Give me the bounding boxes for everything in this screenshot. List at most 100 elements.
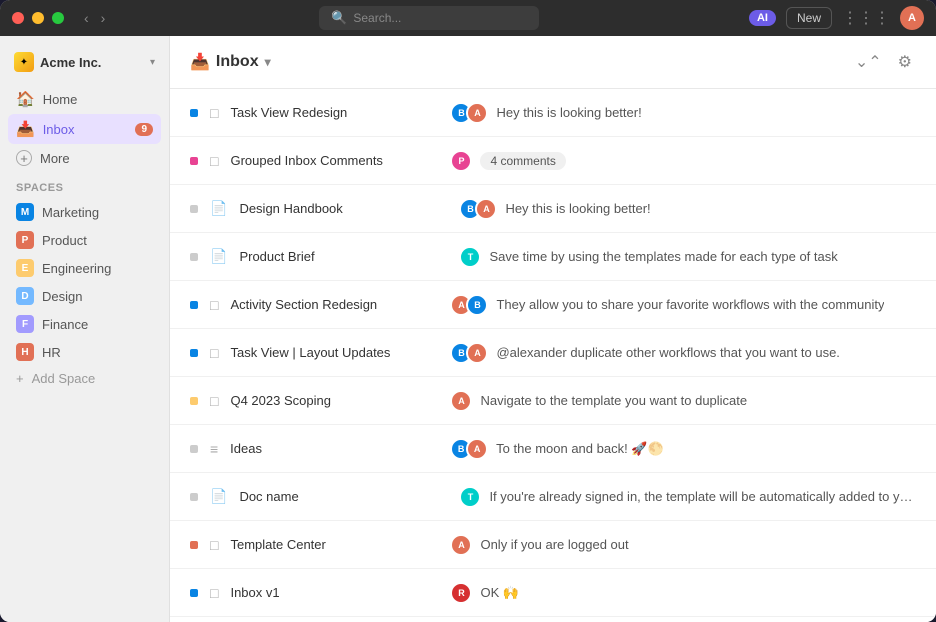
sidebar-item-finance[interactable]: F Finance <box>8 310 161 338</box>
inbox-icon: 📥 <box>16 120 35 138</box>
row-content: B A Hey this is looking better! <box>450 102 916 124</box>
inbox-title-icon: 📥 <box>190 52 210 72</box>
task-icon: □ <box>210 393 218 409</box>
row-indicator <box>190 349 198 357</box>
table-row[interactable]: □ Q4 2023 Scoping A Navigate to the temp… <box>170 377 936 425</box>
comments-badge: 4 comments <box>480 152 565 170</box>
row-message: Hey this is looking better! <box>496 105 641 120</box>
sort-button[interactable]: ⌄⌃ <box>851 48 886 76</box>
task-icon: □ <box>210 105 218 121</box>
doc-icon: 📄 <box>210 488 227 505</box>
spaces-section-label: Spaces <box>0 172 169 198</box>
table-row[interactable]: 📄 Design Handbook B A Hey this is lookin… <box>170 185 936 233</box>
nav-back-forward: ‹ › <box>80 8 109 28</box>
avatar-group: B A <box>450 438 488 460</box>
avatar-group: B A <box>450 102 488 124</box>
sidebar-item-home[interactable]: 🏠 Home <box>8 84 161 114</box>
avatar-group: P <box>450 150 472 172</box>
main-header: 📥 Inbox ▾ ⌄⌃ ⚙ <box>170 36 936 89</box>
finance-label: Finance <box>42 317 88 332</box>
sidebar-item-home-label: Home <box>43 92 78 107</box>
avatar: A <box>475 198 497 220</box>
table-row[interactable]: □ Task View Redesign B A Hey this is loo… <box>170 89 936 137</box>
hr-label: HR <box>42 345 61 360</box>
row-content: A Only if you are logged out <box>450 534 916 556</box>
ai-badge: AI <box>749 10 776 26</box>
titlebar-actions: AI New ⋮⋮⋮ A <box>749 6 924 30</box>
app-body: ✦ Acme Inc. ▾ 🏠 Home 📥 Inbox 9 + More <box>0 36 936 622</box>
close-button[interactable] <box>12 12 24 24</box>
workspace-header[interactable]: ✦ Acme Inc. ▾ <box>0 48 169 84</box>
row-message: They allow you to share your favorite wo… <box>496 297 884 312</box>
add-space-button[interactable]: + Add Space <box>0 366 169 391</box>
row-content: T Save time by using the templates made … <box>459 246 916 268</box>
row-message: Hey this is looking better! <box>505 201 650 216</box>
avatar: B <box>466 294 488 316</box>
doc-icon: 📄 <box>210 248 227 265</box>
row-content: P 4 comments <box>450 150 916 172</box>
new-button[interactable]: New <box>786 7 832 29</box>
row-content: B A @alexander duplicate other workflows… <box>450 342 916 364</box>
spaces-list: M Marketing P Product E Engineering D De… <box>0 198 169 366</box>
table-row[interactable]: □ Template Center A Only if you are logg… <box>170 521 936 569</box>
task-icon: □ <box>210 153 218 169</box>
table-row[interactable]: □ Task View | Layout Updates B A @alexan… <box>170 329 936 377</box>
grid-icon[interactable]: ⋮⋮⋮ <box>842 8 890 28</box>
row-message: Only if you are logged out <box>480 537 628 552</box>
row-message: OK 🙌 <box>480 585 519 601</box>
sidebar-item-marketing[interactable]: M Marketing <box>8 198 161 226</box>
row-indicator <box>190 397 198 405</box>
table-row[interactable]: ≡ Ideas B A To the moon and back! 🚀🌕 <box>170 425 936 473</box>
sidebar: ✦ Acme Inc. ▾ 🏠 Home 📥 Inbox 9 + More <box>0 36 170 622</box>
row-title: Q4 2023 Scoping <box>230 393 450 408</box>
sidebar-item-engineering[interactable]: E Engineering <box>8 254 161 282</box>
doc-icon: 📄 <box>210 200 227 217</box>
inbox-badge: 9 <box>135 123 153 136</box>
row-message: Navigate to the template you want to dup… <box>480 393 747 408</box>
row-title: Template Center <box>230 537 450 552</box>
more-icon: + <box>16 150 32 166</box>
forward-button[interactable]: › <box>97 8 110 28</box>
avatar-group: A <box>450 390 472 412</box>
workspace-logo: ✦ <box>14 52 34 72</box>
sidebar-item-more-label: More <box>40 151 70 166</box>
sidebar-item-product[interactable]: P Product <box>8 226 161 254</box>
row-content: B A Hey this is looking better! <box>459 198 916 220</box>
product-label: Product <box>42 233 87 248</box>
table-row[interactable]: 📄 Doc name T If you're already signed in… <box>170 473 936 521</box>
minimize-button[interactable] <box>32 12 44 24</box>
workspace-chevron-icon: ▾ <box>150 57 155 68</box>
row-title: Inbox v1 <box>230 585 450 600</box>
sidebar-item-inbox-label: Inbox <box>43 122 75 137</box>
search-area: 🔍 Search... <box>117 6 741 30</box>
sidebar-item-hr[interactable]: H HR <box>8 338 161 366</box>
row-content: R OK 🙌 <box>450 582 916 604</box>
task-icon: □ <box>210 585 218 601</box>
avatar-group: B A <box>450 342 488 364</box>
maximize-button[interactable] <box>52 12 64 24</box>
search-box[interactable]: 🔍 Search... <box>319 6 539 30</box>
task-icon: □ <box>210 345 218 361</box>
user-avatar[interactable]: A <box>900 6 924 30</box>
header-actions: ⌄⌃ ⚙ <box>851 48 916 76</box>
sidebar-item-design[interactable]: D Design <box>8 282 161 310</box>
row-message: Save time by using the templates made fo… <box>489 249 837 264</box>
sidebar-item-more[interactable]: + More <box>8 144 161 172</box>
app-window: ‹ › 🔍 Search... AI New ⋮⋮⋮ A ✦ Acme Inc.… <box>0 0 936 622</box>
avatar-group: T <box>459 246 481 268</box>
settings-button[interactable]: ⚙ <box>894 48 916 76</box>
table-row[interactable]: □ Activity Section Redesign A B They all… <box>170 281 936 329</box>
table-row[interactable]: 📄 Product Brief T Save time by using the… <box>170 233 936 281</box>
back-button[interactable]: ‹ <box>80 8 93 28</box>
row-indicator <box>190 301 198 309</box>
table-row[interactable]: □ Inbox v1 R OK 🙌 <box>170 569 936 617</box>
row-indicator <box>190 589 198 597</box>
sidebar-item-inbox[interactable]: 📥 Inbox 9 <box>8 114 161 144</box>
task-icon: □ <box>210 297 218 313</box>
table-row[interactable]: □ Grouped Inbox Comments P 4 comments <box>170 137 936 185</box>
row-title: Task View Redesign <box>230 105 450 120</box>
marketing-dot: M <box>16 203 34 221</box>
search-icon: 🔍 <box>331 10 347 26</box>
home-icon: 🏠 <box>16 90 35 108</box>
row-indicator <box>190 109 198 117</box>
